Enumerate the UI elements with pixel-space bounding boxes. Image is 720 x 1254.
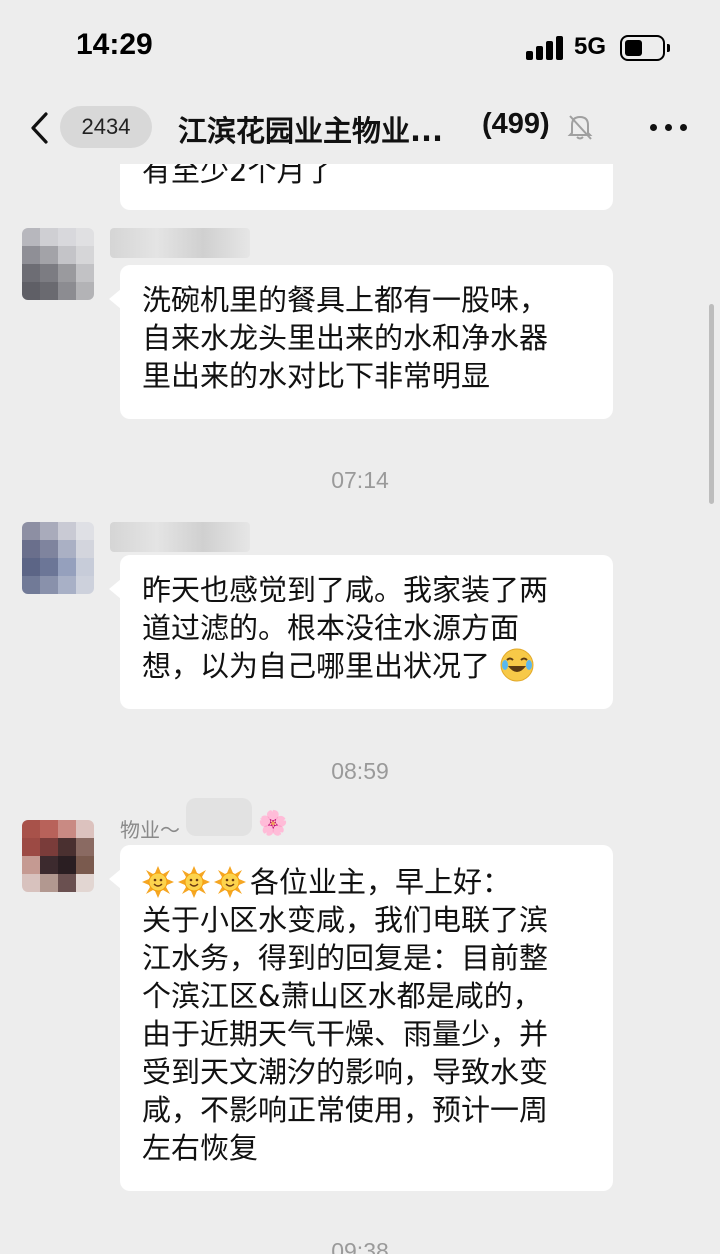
sender-name-blurred: [110, 522, 250, 552]
status-time: 14:29: [76, 28, 153, 61]
message-text: 有至少2个月了: [142, 164, 335, 188]
sun-face-icon: [142, 866, 174, 898]
message-line-text: 想，以为自己哪里出状况了: [142, 649, 491, 683]
message-line: 江水务，得到的回复是：目前整: [142, 941, 549, 975]
network-type: 5G: [574, 33, 607, 60]
signal-strength-icon: [526, 36, 564, 60]
message-line: 咸，不影响正常使用，预计一周: [142, 1093, 549, 1127]
sender-name-blurred: [186, 798, 252, 836]
message-line: 洗碗机里的餐具上都有一股味，: [142, 283, 549, 317]
message-timestamp: 09:38: [331, 1238, 389, 1254]
message-line: 里出来的水对比下非常明显: [142, 359, 491, 393]
message-line: 各位业主，早上好：: [142, 863, 591, 901]
status-bar: 14:29 5G: [0, 0, 720, 96]
message-line: 道过滤的。根本没往水源方面: [142, 611, 520, 645]
message-list[interactable]: 有至少2个月了 洗碗机里的餐具上都有一股味， 自来水龙头里出来的水和净水器 里出…: [0, 164, 720, 1254]
unread-count-badge[interactable]: 2434: [60, 106, 152, 148]
chat-header: 2434 江滨花园业主物业... (499): [0, 96, 720, 164]
message-bubble[interactable]: 洗碗机里的餐具上都有一股味， 自来水龙头里出来的水和净水器 里出来的水对比下非常…: [109, 265, 613, 419]
message-line: 左右恢复: [142, 1131, 259, 1165]
message-timestamp: 07:14: [331, 467, 389, 493]
flower-icon: 🌸: [258, 809, 288, 837]
message-line: 关于小区水变咸，我们电联了滨: [142, 903, 549, 937]
message-timestamp: 08:59: [331, 758, 389, 784]
message-line: 自来水龙头里出来的水和净水器: [142, 321, 549, 355]
sender-name: 物业～: [120, 814, 180, 843]
more-icon[interactable]: [648, 114, 690, 140]
member-count[interactable]: (499): [482, 108, 550, 141]
avatar[interactable]: [22, 820, 94, 892]
message-line: 想，以为自己哪里出状况了: [142, 647, 591, 685]
message-bubble[interactable]: 各位业主，早上好： 关于小区水变咸，我们电联了滨 江水务，得到的回复是：目前整 …: [109, 845, 613, 1191]
laughing-crying-face-icon: [499, 647, 535, 683]
message-bubble[interactable]: 昨天也感觉到了咸。我家装了两 道过滤的。根本没往水源方面 想，以为自己哪里出状况…: [109, 555, 613, 709]
message-line: 昨天也感觉到了咸。我家装了两: [142, 573, 549, 607]
chat-title[interactable]: 江滨花园业主物业...: [178, 108, 443, 150]
message-line: 由于近期天气干燥、雨量少，并: [142, 1017, 549, 1051]
sender-name-blurred: [110, 228, 250, 258]
message-line: 个滨江区&萧山区水都是咸的，: [142, 979, 542, 1013]
message-bubble[interactable]: 有至少2个月了: [120, 164, 613, 210]
mute-bell-icon: [566, 112, 594, 142]
message-line: 受到天文潮汐的影响，导致水变: [142, 1055, 549, 1089]
avatar[interactable]: [22, 522, 94, 594]
avatar[interactable]: [22, 228, 94, 300]
battery-icon: [620, 35, 670, 61]
message-line-text: 各位业主，早上好：: [250, 865, 512, 899]
sun-face-icon: [178, 866, 210, 898]
back-arrow-icon[interactable]: [24, 108, 58, 148]
sender-name-text: 物业～: [120, 818, 180, 842]
sun-face-icon: [214, 866, 246, 898]
